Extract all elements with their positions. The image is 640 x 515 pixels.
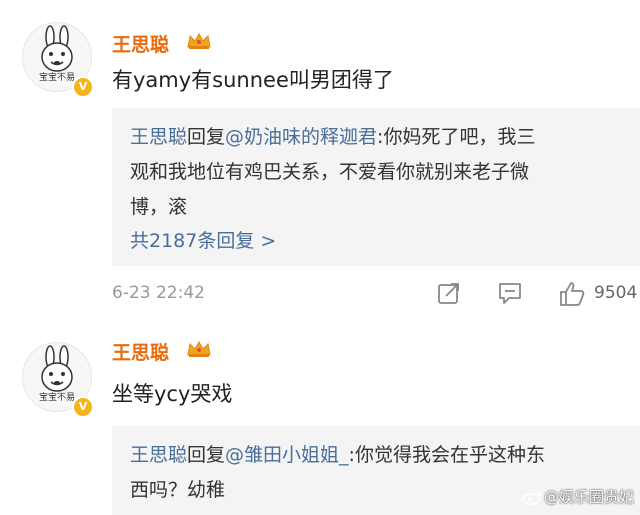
reply-word: 回复 (187, 126, 226, 148)
verified-v-badge-icon: V (72, 76, 94, 98)
reply-author[interactable]: 王思聪 (130, 444, 187, 466)
comment-username[interactable]: 王思聪 (112, 30, 169, 57)
comment-icon[interactable] (497, 280, 523, 306)
reply-content: :你妈死了吧，我三 (377, 126, 536, 148)
share-icon[interactable] (436, 280, 462, 306)
reply-line: 王思聪回复@雏田小姐姐_:你觉得我会在乎这种东 (130, 438, 630, 473)
view-replies-link[interactable]: 共2187条回复 > (130, 226, 276, 253)
like-count: 9504 (594, 283, 638, 303)
thumbs-up-icon[interactable] (558, 280, 586, 308)
watermark-text: @娱乐圈贵妃 (543, 488, 634, 506)
reply-word: 回复 (187, 444, 226, 466)
reply-box[interactable]: 王思聪回复@奶油味的释迦君:你妈死了吧，我三 观和我地位有鸡巴关系，不爱看你就别… (112, 108, 640, 266)
reply-content: :你觉得我会在乎这种东 (348, 444, 545, 466)
crown-icon (187, 32, 211, 49)
reply-line: 观和我地位有鸡巴关系，不爱看你就别来老子微 (130, 161, 530, 183)
reply-line: 王思聪回复@奶油味的释迦君:你妈死了吧，我三 (130, 120, 630, 155)
reply-target-mention[interactable]: @雏田小姐姐_ (225, 444, 349, 466)
comment-text: 有yamy有sunnee叫男团得了 (112, 68, 394, 92)
verified-v-badge-icon: V (72, 396, 94, 418)
comment-item: 宝宝不易 V 王思聪 有yamy有sunnee叫男团得了 王思聪回复@奶油味的释… (0, 0, 640, 330)
reply-target-mention[interactable]: @奶油味的释迦君 (225, 126, 377, 148)
comment-text: 坐等ycy哭戏 (112, 382, 233, 406)
comment-timestamp: 6-23 22:42 (112, 283, 205, 303)
watermark: @娱乐圈贵妃 (522, 486, 634, 507)
weibo-logo-icon (522, 489, 541, 505)
reply-author[interactable]: 王思聪 (130, 126, 187, 148)
comment-username[interactable]: 王思聪 (112, 338, 169, 365)
reply-text: 王思聪回复@奶油味的释迦君:你妈死了吧，我三 观和我地位有鸡巴关系，不爱看你就别… (130, 120, 630, 225)
reply-line: 博，滚 (130, 196, 188, 218)
crown-icon (187, 340, 211, 357)
